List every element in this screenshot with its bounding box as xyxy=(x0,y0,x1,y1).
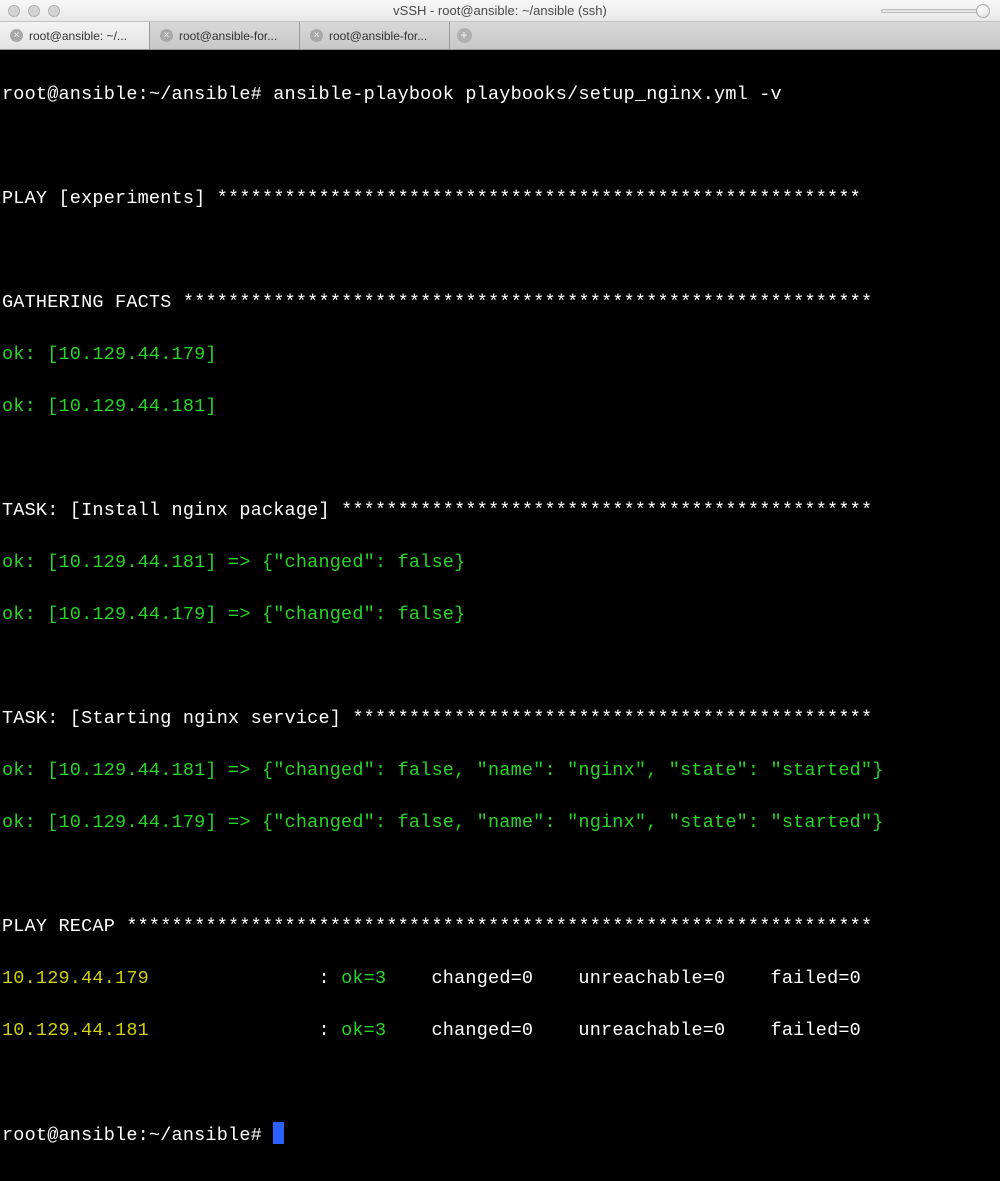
terminal-ok-line: ok: [10.129.44.181] => {"changed": false… xyxy=(2,758,998,784)
tab-label: root@ansible: ~/... xyxy=(29,29,127,43)
tab-1[interactable]: × root@ansible-for... xyxy=(150,22,300,49)
terminal-blank xyxy=(2,654,998,680)
close-icon[interactable]: × xyxy=(310,29,323,42)
terminal-line-prompt: root@ansible:~/ansible# xyxy=(2,1122,998,1149)
terminal-recap-line: 10.129.44.179 : ok=3 changed=0 unreachab… xyxy=(2,966,998,992)
tab-label: root@ansible-for... xyxy=(329,29,427,43)
terminal-blank xyxy=(2,862,998,888)
terminal-blank xyxy=(2,238,998,264)
terminal-blank xyxy=(2,1070,998,1096)
tab-label: root@ansible-for... xyxy=(179,29,277,43)
terminal-ok-line: ok: [10.129.44.179] => {"changed": false… xyxy=(2,810,998,836)
new-tab-button[interactable]: + xyxy=(450,22,478,49)
opacity-slider[interactable] xyxy=(881,4,990,18)
titlebar: vSSH - root@ansible: ~/ansible (ssh) xyxy=(0,0,1000,22)
terminal-ok-line: ok: [10.129.44.179] => {"changed": false… xyxy=(2,602,998,628)
terminal-ok-line: ok: [10.129.44.181] => {"changed": false… xyxy=(2,550,998,576)
terminal-line-prompt: root@ansible:~/ansible# ansible-playbook… xyxy=(2,82,998,108)
terminal-ok-line: ok: [10.129.44.179] xyxy=(2,342,998,368)
tab-2[interactable]: × root@ansible-for... xyxy=(300,22,450,49)
terminal-ok-line: ok: [10.129.44.181] xyxy=(2,394,998,420)
terminal-recap-header: PLAY RECAP *****************************… xyxy=(2,914,998,940)
minimize-window-button[interactable] xyxy=(28,5,40,17)
window-title: vSSH - root@ansible: ~/ansible (ssh) xyxy=(393,3,607,18)
close-icon[interactable]: × xyxy=(10,29,23,42)
terminal-task-header: TASK: [Starting nginx service] *********… xyxy=(2,706,998,732)
terminal-recap-line: 10.129.44.181 : ok=3 changed=0 unreachab… xyxy=(2,1018,998,1044)
terminal-task-header: TASK: [Install nginx package] **********… xyxy=(2,498,998,524)
tab-bar: × root@ansible: ~/... × root@ansible-for… xyxy=(0,22,1000,50)
close-window-button[interactable] xyxy=(8,5,20,17)
terminal-blank xyxy=(2,134,998,160)
traffic-lights xyxy=(8,5,60,17)
terminal[interactable]: root@ansible:~/ansible# ansible-playbook… xyxy=(0,50,1000,1181)
zoom-window-button[interactable] xyxy=(48,5,60,17)
terminal-gather-header: GATHERING FACTS ************************… xyxy=(2,290,998,316)
cursor xyxy=(273,1122,284,1144)
close-icon[interactable]: × xyxy=(160,29,173,42)
terminal-blank xyxy=(2,446,998,472)
terminal-play-header: PLAY [experiments] *********************… xyxy=(2,186,998,212)
tab-0[interactable]: × root@ansible: ~/... xyxy=(0,22,150,49)
plus-icon: + xyxy=(457,28,472,43)
